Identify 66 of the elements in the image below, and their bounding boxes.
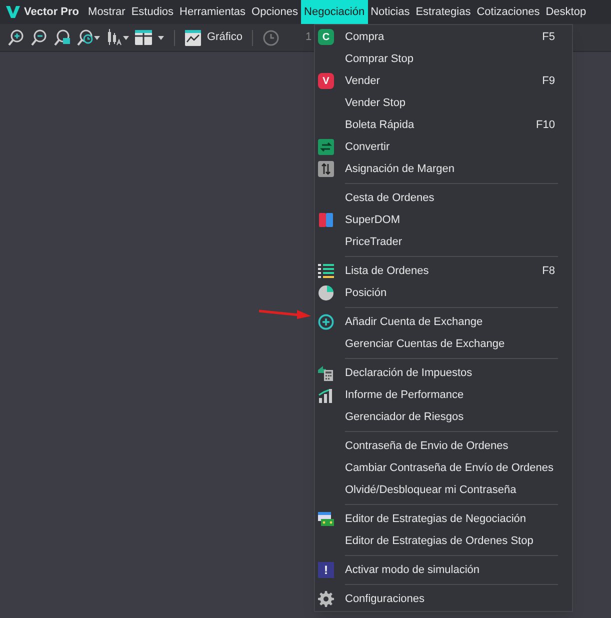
menu-bar-item[interactable]: Desktop xyxy=(542,0,590,24)
pie-chart-icon xyxy=(318,285,334,301)
chart-button[interactable]: Gráfico xyxy=(185,29,242,46)
clock-icon[interactable] xyxy=(263,30,280,46)
menu-bar-item[interactable]: Estrategias xyxy=(412,0,474,24)
menu-item[interactable]: Informe de Performance xyxy=(315,384,572,406)
menu-item[interactable]: Cesta de Ordenes xyxy=(315,187,572,209)
menu-bar-item[interactable]: Herramientas xyxy=(176,0,249,24)
grid-layout-icon[interactable] xyxy=(135,30,152,45)
settings-icon xyxy=(318,591,334,607)
bar-chart-icon xyxy=(318,387,334,403)
app-name: Vector Pro xyxy=(24,4,80,20)
menu-item[interactable]: Configuraciones xyxy=(315,588,572,610)
shortcut-label: F5 xyxy=(542,30,555,45)
interval-label: 1 xyxy=(305,30,312,46)
menu-bar-item[interactable]: Mostrar xyxy=(85,0,128,24)
menu-item[interactable]: Añadir Cuenta de Exchange xyxy=(315,311,572,333)
menu-item[interactable]: Gerenciar Cuentas de Exchange xyxy=(315,333,572,355)
arrow-icon xyxy=(259,309,311,319)
zoom-clock-icon[interactable] xyxy=(77,29,94,46)
menu-item[interactable]: Contraseña de Envio de Ordenes xyxy=(315,435,572,457)
shortcut-label: F8 xyxy=(542,264,555,279)
zoom-in-icon[interactable] xyxy=(8,29,25,46)
menu-bar-item[interactable]: Noticias xyxy=(368,0,413,24)
caret-icon[interactable] xyxy=(94,36,100,40)
menu-item[interactable]: Declaración de Impuestos xyxy=(315,362,572,384)
calculator-icon xyxy=(318,365,334,381)
menu-item[interactable]: Posición xyxy=(315,282,572,304)
window-money-icon xyxy=(318,511,334,527)
menu-item[interactable]: Convertir xyxy=(315,136,572,158)
list-icon xyxy=(318,263,334,279)
shortcut-label: F10 xyxy=(536,118,555,133)
menu-item[interactable]: Vender Stop xyxy=(315,92,572,114)
menu-bar-item[interactable]: Cotizaciones xyxy=(474,0,543,24)
sell-icon: V xyxy=(318,73,334,89)
menu-item[interactable]: SuperDOM xyxy=(315,209,572,231)
menu-bar-item[interactable]: Estudios xyxy=(128,0,177,24)
menu-item[interactable]: Editor de Estrategias de Negociación xyxy=(315,508,572,530)
exclamation-icon: ! xyxy=(318,562,334,578)
two-panel-icon xyxy=(318,212,334,228)
swap-arrows-icon xyxy=(318,139,334,155)
menu-item[interactable]: Editor de Estrategias de Ordenes Stop xyxy=(315,530,572,552)
shortcut-label: F9 xyxy=(542,74,555,89)
menu-item[interactable]: C Compra F5 xyxy=(315,26,572,48)
line-chart-icon xyxy=(185,30,201,46)
menu-item[interactable]: Olvidé/Desbloquear mi Contraseña xyxy=(315,479,572,501)
add-circle-icon xyxy=(318,314,334,330)
logo-icon xyxy=(6,5,20,19)
caret-icon[interactable] xyxy=(123,36,129,40)
zoom-out-icon[interactable] xyxy=(31,29,48,46)
menu-item[interactable]: Cambiar Contraseña de Envío de Ordenes xyxy=(315,457,572,479)
menu-item[interactable]: ! Activar modo de simulación xyxy=(315,559,572,581)
menu-item[interactable]: Lista de Ordenes F8 xyxy=(315,260,572,282)
candlestick-icon[interactable] xyxy=(106,29,123,46)
menu-item[interactable]: Asignación de Margen xyxy=(315,158,572,180)
zoom-fit-icon[interactable] xyxy=(54,29,71,46)
menu-bar-item[interactable]: Opciones xyxy=(248,0,302,24)
menu-item[interactable]: Boleta Rápida F10 xyxy=(315,114,572,136)
up-down-arrows-icon xyxy=(318,161,334,177)
menu-bar-item[interactable]: Negociación xyxy=(301,0,368,24)
menu-item[interactable]: V Vender F9 xyxy=(315,70,572,92)
menu-item[interactable]: Gerenciador de Riesgos xyxy=(315,406,572,428)
menu-item[interactable]: PriceTrader xyxy=(315,231,572,253)
buy-icon: C xyxy=(318,29,334,45)
menu-item[interactable]: Comprar Stop xyxy=(315,48,572,70)
caret-icon[interactable] xyxy=(158,36,164,40)
